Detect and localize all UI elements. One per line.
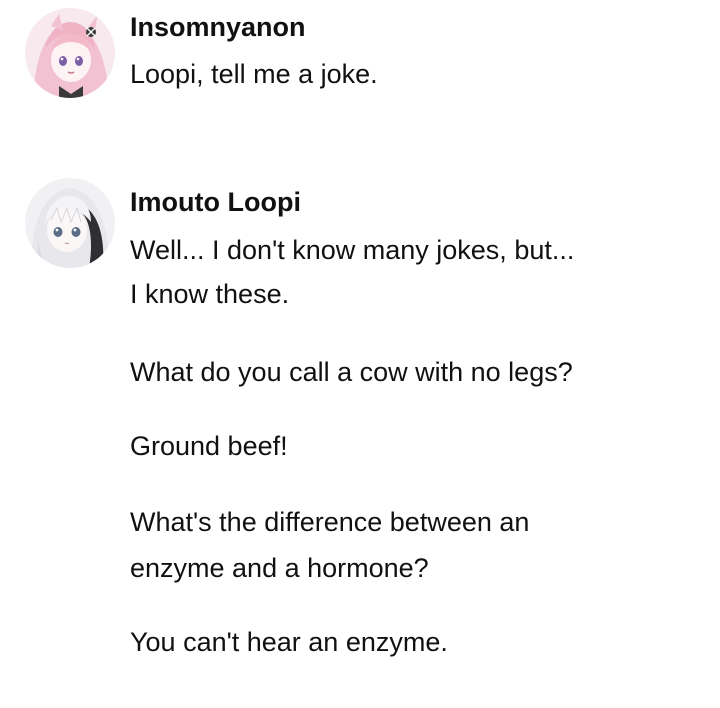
pink-anime-girl-avatar-icon: [25, 8, 115, 98]
bot-avatar[interactable]: [25, 178, 115, 268]
message-text-line: What's the difference between an: [130, 507, 530, 537]
message-text-line: Loopi, tell me a joke.: [130, 59, 378, 89]
message-text-line: What do you call a cow with no legs?: [130, 357, 573, 387]
user-avatar[interactable]: [25, 8, 115, 98]
white-haired-anime-girl-avatar-icon: [25, 178, 115, 268]
message-username[interactable]: Imouto Loopi: [130, 185, 301, 219]
message-text-line: Well... I don't know many jokes, but...: [130, 235, 575, 265]
message-text-line: You can't hear an enzyme.: [130, 627, 448, 657]
message-text-line: Ground beef!: [130, 431, 288, 461]
message-username[interactable]: Insomnyanon: [130, 10, 306, 44]
message-text-line: I know these.: [130, 279, 290, 309]
message-text-line: enzyme and a hormone?: [130, 553, 429, 583]
